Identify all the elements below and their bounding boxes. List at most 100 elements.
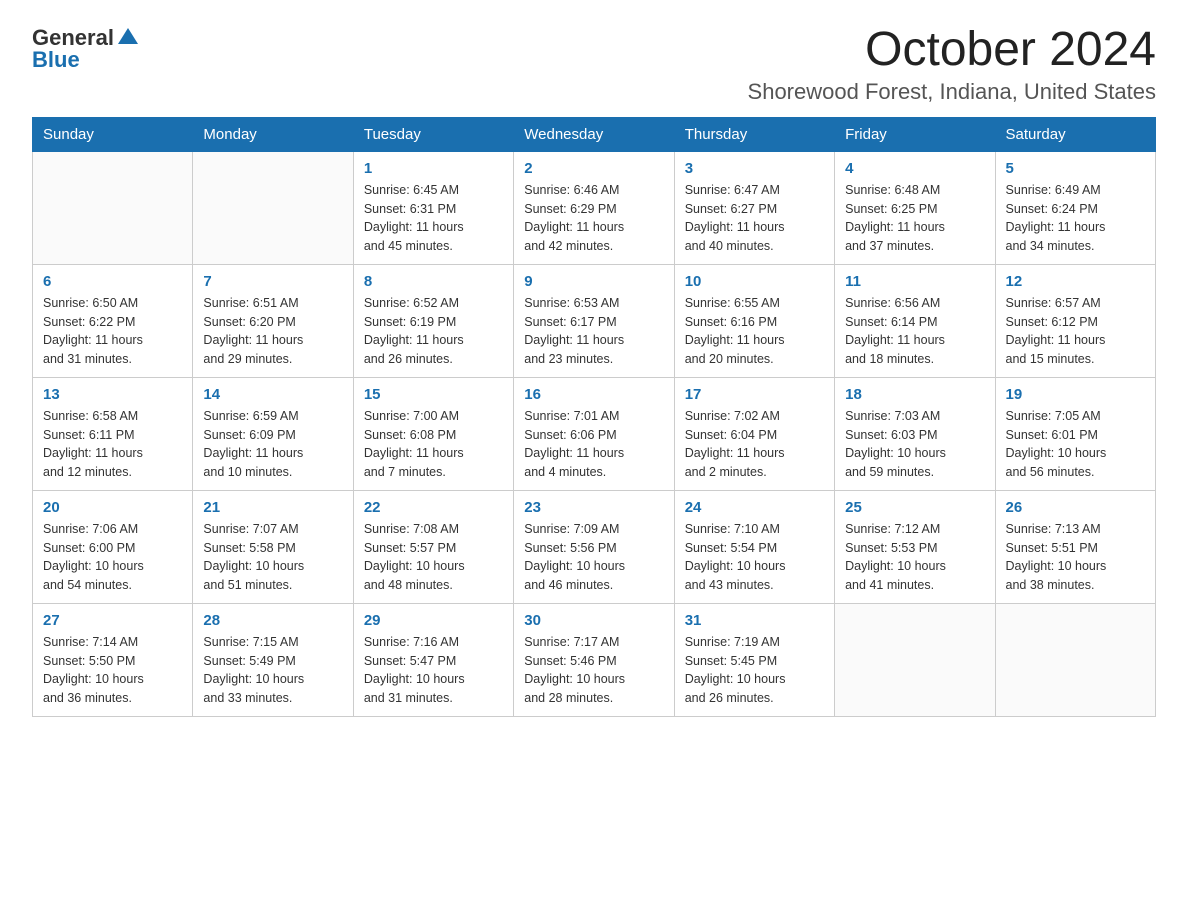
logo-triangle-icon (118, 26, 138, 46)
header-thursday: Thursday (674, 117, 834, 151)
day-number: 26 (1006, 499, 1145, 516)
day-number: 3 (685, 160, 824, 177)
calendar-cell-w1-d1 (33, 151, 193, 264)
calendar-cell-w5-d2: 28 Sunrise: 7:15 AM Sunset: 5:49 PM Dayli… (193, 603, 353, 716)
day-number: 24 (685, 499, 824, 516)
day-info: Sunrise: 7:10 AM Sunset: 5:54 PM Dayligh… (685, 520, 824, 595)
day-number: 21 (203, 499, 342, 516)
day-info: Sunrise: 7:02 AM Sunset: 6:04 PM Dayligh… (685, 407, 824, 482)
day-number: 6 (43, 273, 182, 290)
calendar-cell-w3-d1: 13Sunrise: 6:58 AM Sunset: 6:11 PM Dayli… (33, 377, 193, 490)
calendar-cell-w5-d6 (835, 603, 995, 716)
page-header: General Blue October 2024 Shorewood Fore… (32, 24, 1156, 105)
day-info: Sunrise: 7:19 AM Sunset: 5:45 PM Dayligh… (685, 633, 824, 708)
day-info: Sunrise: 7:15 AM Sunset: 5:49 PM Dayligh… (203, 633, 342, 708)
header-friday: Friday (835, 117, 995, 151)
calendar-cell-w4-d1: 20 Sunrise: 7:06 AM Sunset: 6:00 PM Dayli… (33, 490, 193, 603)
day-info: Sunrise: 7:07 AM Sunset: 5:58 PM Dayligh… (203, 520, 342, 595)
weekday-header-row: Sunday Monday Tuesday Wednesday Thursday… (33, 117, 1156, 151)
day-info: Sunrise: 7:17 AM Sunset: 5:46 PM Dayligh… (524, 633, 663, 708)
day-info: Sunrise: 7:13 AM Sunset: 5:51 PM Dayligh… (1006, 520, 1145, 595)
day-number: 28 (203, 612, 342, 629)
calendar-cell-w2-d3: 8 Sunrise: 6:52 AM Sunset: 6:19 PM Daylig… (353, 264, 513, 377)
day-info: Sunrise: 7:08 AM Sunset: 5:57 PM Dayligh… (364, 520, 503, 595)
day-number: 14 (203, 386, 342, 403)
day-number: 18 (845, 386, 984, 403)
day-number: 1 (364, 160, 503, 177)
calendar-cell-w5-d4: 30 Sunrise: 7:17 AM Sunset: 5:46 PM Dayli… (514, 603, 674, 716)
title-block: October 2024 Shorewood Forest, Indiana, … (748, 24, 1156, 105)
day-info: Sunrise: 7:03 AM Sunset: 6:03 PM Dayligh… (845, 407, 984, 482)
day-info: Sunrise: 6:48 AM Sunset: 6:25 PM Dayligh… (845, 181, 984, 256)
day-info: Sunrise: 7:00 AM Sunset: 6:08 PM Dayligh… (364, 407, 503, 482)
day-number: 4 (845, 160, 984, 177)
day-number: 13 (43, 386, 182, 403)
week-row-3: 13Sunrise: 6:58 AM Sunset: 6:11 PM Dayli… (33, 377, 1156, 490)
day-info: Sunrise: 6:55 AM Sunset: 6:16 PM Dayligh… (685, 294, 824, 369)
day-number: 2 (524, 160, 663, 177)
day-info: Sunrise: 7:16 AM Sunset: 5:47 PM Dayligh… (364, 633, 503, 708)
calendar-cell-w1-d3: 1 Sunrise: 6:45 AM Sunset: 6:31 PM Daylig… (353, 151, 513, 264)
day-number: 16 (524, 386, 663, 403)
day-number: 22 (364, 499, 503, 516)
calendar-table: Sunday Monday Tuesday Wednesday Thursday… (32, 117, 1156, 717)
calendar-cell-w2-d6: 11 Sunrise: 6:56 AM Sunset: 6:14 PM Dayli… (835, 264, 995, 377)
calendar-cell-w3-d7: 19 Sunrise: 7:05 AM Sunset: 6:01 PM Dayli… (995, 377, 1155, 490)
calendar-cell-w3-d4: 16 Sunrise: 7:01 AM Sunset: 6:06 PM Dayli… (514, 377, 674, 490)
day-number: 15 (364, 386, 503, 403)
calendar-cell-w4-d2: 21 Sunrise: 7:07 AM Sunset: 5:58 PM Dayli… (193, 490, 353, 603)
day-number: 31 (685, 612, 824, 629)
day-info: Sunrise: 6:45 AM Sunset: 6:31 PM Dayligh… (364, 181, 503, 256)
day-info: Sunrise: 7:12 AM Sunset: 5:53 PM Dayligh… (845, 520, 984, 595)
header-tuesday: Tuesday (353, 117, 513, 151)
logo-blue-text: Blue (32, 47, 80, 73)
day-number: 10 (685, 273, 824, 290)
day-info: Sunrise: 7:09 AM Sunset: 5:56 PM Dayligh… (524, 520, 663, 595)
day-info: Sunrise: 7:01 AM Sunset: 6:06 PM Dayligh… (524, 407, 663, 482)
day-info: Sunrise: 6:46 AM Sunset: 6:29 PM Dayligh… (524, 181, 663, 256)
calendar-title: October 2024 (748, 24, 1156, 77)
day-number: 20 (43, 499, 182, 516)
calendar-cell-w2-d5: 10 Sunrise: 6:55 AM Sunset: 6:16 PM Dayli… (674, 264, 834, 377)
calendar-cell-w4-d3: 22 Sunrise: 7:08 AM Sunset: 5:57 PM Dayli… (353, 490, 513, 603)
calendar-cell-w1-d7: 5Sunrise: 6:49 AM Sunset: 6:24 PM Daylig… (995, 151, 1155, 264)
day-number: 8 (364, 273, 503, 290)
day-info: Sunrise: 6:53 AM Sunset: 6:17 PM Dayligh… (524, 294, 663, 369)
calendar-cell-w3-d5: 17Sunrise: 7:02 AM Sunset: 6:04 PM Dayli… (674, 377, 834, 490)
day-info: Sunrise: 6:47 AM Sunset: 6:27 PM Dayligh… (685, 181, 824, 256)
week-row-4: 20 Sunrise: 7:06 AM Sunset: 6:00 PM Dayli… (33, 490, 1156, 603)
calendar-cell-w5-d5: 31 Sunrise: 7:19 AM Sunset: 5:45 PM Dayli… (674, 603, 834, 716)
day-number: 9 (524, 273, 663, 290)
day-number: 19 (1006, 386, 1145, 403)
day-info: Sunrise: 7:14 AM Sunset: 5:50 PM Dayligh… (43, 633, 182, 708)
header-saturday: Saturday (995, 117, 1155, 151)
day-info: Sunrise: 7:06 AM Sunset: 6:00 PM Dayligh… (43, 520, 182, 595)
day-number: 27 (43, 612, 182, 629)
day-info: Sunrise: 6:52 AM Sunset: 6:19 PM Dayligh… (364, 294, 503, 369)
day-number: 12 (1006, 273, 1145, 290)
day-number: 25 (845, 499, 984, 516)
calendar-cell-w1-d2 (193, 151, 353, 264)
day-number: 23 (524, 499, 663, 516)
day-info: Sunrise: 7:05 AM Sunset: 6:01 PM Dayligh… (1006, 407, 1145, 482)
calendar-cell-w2-d1: 6Sunrise: 6:50 AM Sunset: 6:22 PM Daylig… (33, 264, 193, 377)
day-number: 30 (524, 612, 663, 629)
calendar-cell-w4-d5: 24 Sunrise: 7:10 AM Sunset: 5:54 PM Dayli… (674, 490, 834, 603)
week-row-2: 6Sunrise: 6:50 AM Sunset: 6:22 PM Daylig… (33, 264, 1156, 377)
day-number: 5 (1006, 160, 1145, 177)
header-monday: Monday (193, 117, 353, 151)
header-wednesday: Wednesday (514, 117, 674, 151)
day-number: 11 (845, 273, 984, 290)
calendar-cell-w1-d5: 3 Sunrise: 6:47 AM Sunset: 6:27 PM Daylig… (674, 151, 834, 264)
calendar-cell-w5-d7 (995, 603, 1155, 716)
day-info: Sunrise: 6:56 AM Sunset: 6:14 PM Dayligh… (845, 294, 984, 369)
calendar-cell-w2-d7: 12Sunrise: 6:57 AM Sunset: 6:12 PM Dayli… (995, 264, 1155, 377)
calendar-cell-w4-d4: 23 Sunrise: 7:09 AM Sunset: 5:56 PM Dayli… (514, 490, 674, 603)
calendar-cell-w1-d6: 4 Sunrise: 6:48 AM Sunset: 6:25 PM Daylig… (835, 151, 995, 264)
week-row-1: 1 Sunrise: 6:45 AM Sunset: 6:31 PM Daylig… (33, 151, 1156, 264)
week-row-5: 27 Sunrise: 7:14 AM Sunset: 5:50 PM Dayli… (33, 603, 1156, 716)
calendar-cell-w4-d6: 25 Sunrise: 7:12 AM Sunset: 5:53 PM Dayli… (835, 490, 995, 603)
day-info: Sunrise: 6:59 AM Sunset: 6:09 PM Dayligh… (203, 407, 342, 482)
calendar-cell-w2-d2: 7Sunrise: 6:51 AM Sunset: 6:20 PM Daylig… (193, 264, 353, 377)
calendar-cell-w4-d7: 26 Sunrise: 7:13 AM Sunset: 5:51 PM Dayli… (995, 490, 1155, 603)
